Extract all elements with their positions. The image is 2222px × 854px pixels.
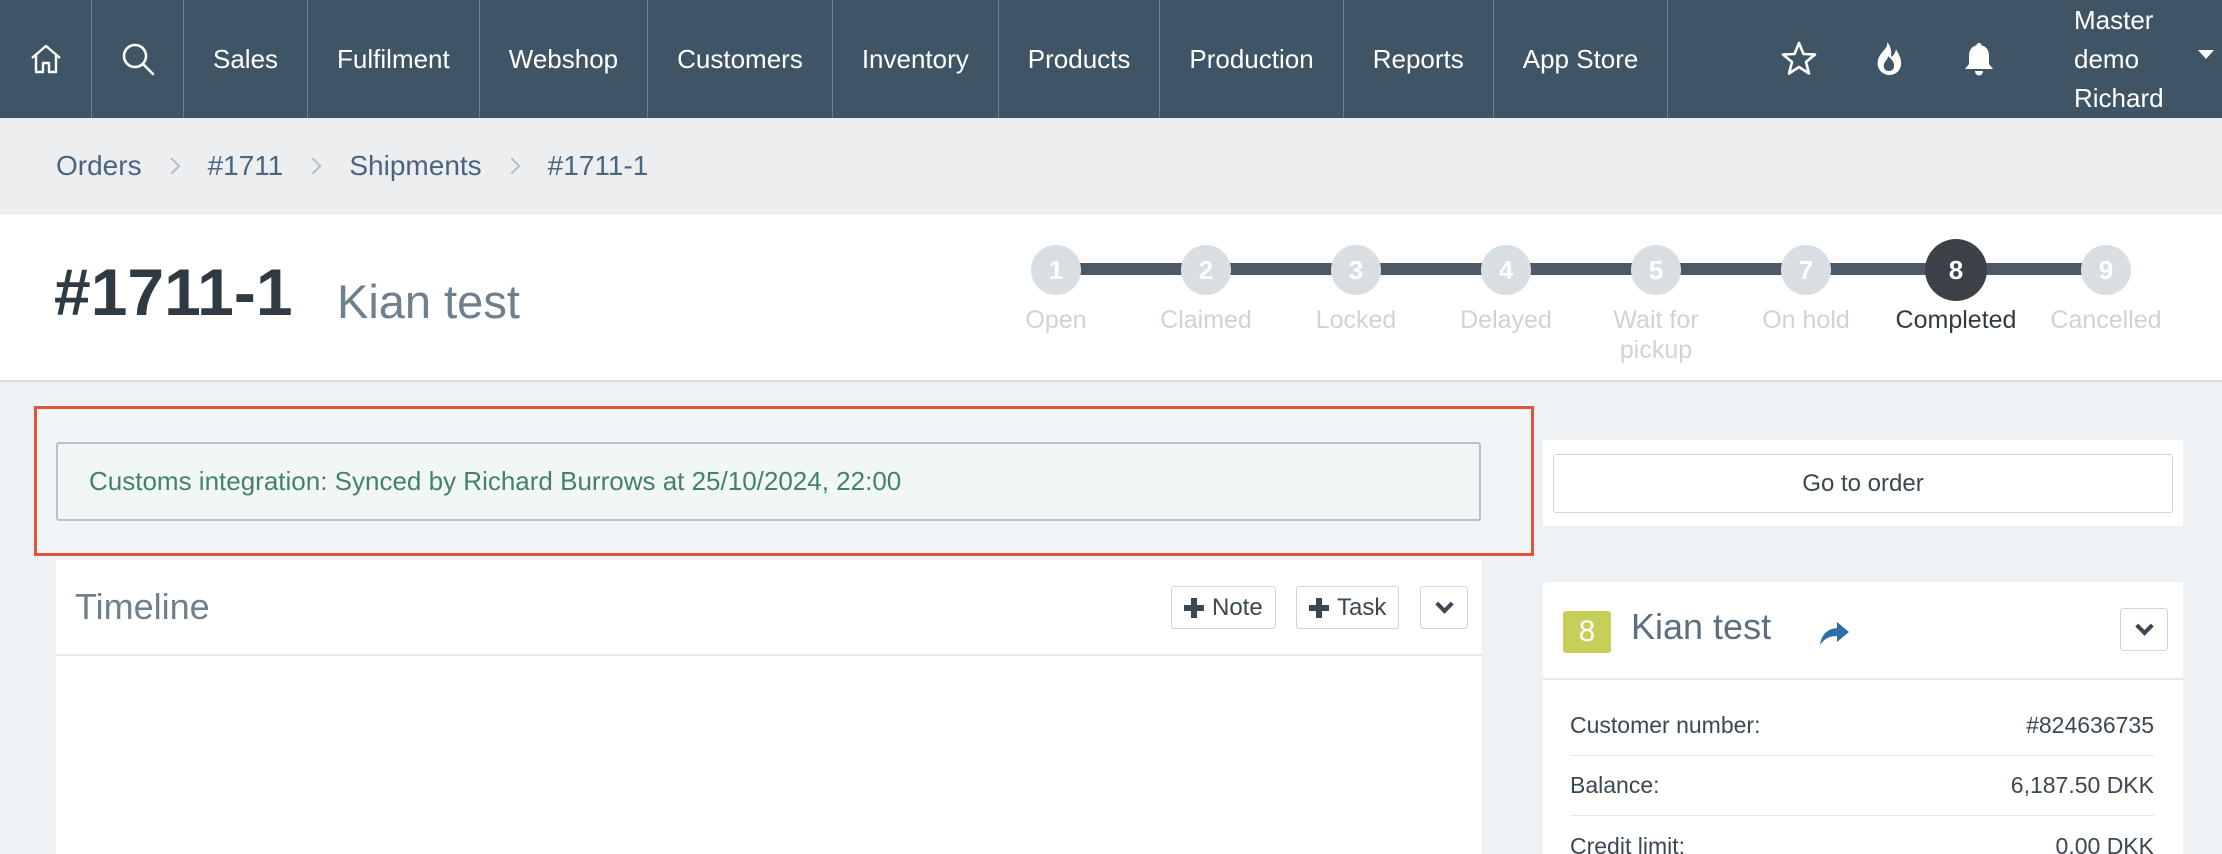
breadcrumb-shipments[interactable]: Shipments: [349, 150, 481, 182]
user-account-name: Master demo: [2074, 4, 2154, 74]
step-number: 1: [1031, 245, 1081, 295]
home-icon: [30, 44, 61, 74]
customer-number-row: Customer number: #824636735: [1570, 696, 2154, 756]
step-completed[interactable]: 8 Completed: [1881, 239, 2031, 335]
step-on-hold[interactable]: 7 On hold: [1731, 240, 1881, 335]
search-button[interactable]: [92, 0, 184, 118]
row-label: Balance:: [1570, 772, 1660, 798]
step-label: Delayed: [1460, 306, 1552, 334]
user-first-name: Richard: [2074, 82, 2164, 113]
activity-button[interactable]: [1844, 0, 1934, 118]
customer-details: Customer number: #824636735 Balance: 6,1…: [1543, 680, 2183, 854]
nav-app-store[interactable]: App Store: [1494, 0, 1669, 118]
step-open[interactable]: 1 Open: [981, 240, 1131, 335]
timeline-header: Timeline Note Task: [56, 560, 1482, 656]
customer-status-badge: 8: [1563, 611, 1611, 653]
step-label: Locked: [1315, 306, 1397, 334]
timeline-title: Timeline: [75, 586, 210, 627]
search-icon: [122, 43, 154, 76]
row-value: #824636735: [2026, 712, 2154, 738]
top-navigation: Sales Fulfilment Webshop Customers Inven…: [0, 0, 2222, 118]
step-label: Open: [1025, 306, 1087, 334]
goto-order-panel: Go to order: [1543, 440, 2183, 526]
row-value: 0.00 DKK: [2055, 832, 2154, 854]
breadcrumb-orders[interactable]: Orders: [56, 150, 142, 182]
flame-icon: [1877, 42, 1902, 75]
row-value: 6,187.50 DKK: [2010, 772, 2154, 798]
step-label-active: Completed: [1895, 306, 2017, 334]
step-label: Cancelled: [2050, 306, 2162, 334]
plus-icon: [1184, 597, 1204, 618]
chevron-right-icon: [304, 157, 322, 174]
nav-customers[interactable]: Customers: [648, 0, 833, 118]
nav-fulfilment[interactable]: Fulfilment: [308, 0, 480, 118]
timeline-panel: Timeline Note Task: [56, 560, 1482, 854]
add-note-button[interactable]: Note: [1171, 586, 1276, 629]
nav-inventory[interactable]: Inventory: [833, 0, 999, 118]
page-subtitle: Kian test: [337, 275, 520, 328]
status-stepper: 1 Open 2 Claimed 3 Locked 4 Delayed 5 Wa…: [1020, 239, 2220, 370]
timeline-toggle-button[interactable]: [1420, 586, 1468, 629]
step-number: 9: [2081, 245, 2131, 295]
nav-webshop[interactable]: Webshop: [480, 0, 649, 118]
add-note-label: Note: [1212, 593, 1263, 621]
customer-name-link[interactable]: Kian test: [1631, 606, 1771, 648]
step-label: Claimed: [1160, 306, 1252, 334]
step-claimed[interactable]: 2 Claimed: [1131, 240, 1281, 335]
credit-limit-row: Credit limit: 0.00 DKK: [1570, 816, 2154, 854]
step-number: 5: [1631, 245, 1681, 295]
nav-reports[interactable]: Reports: [1344, 0, 1494, 118]
add-task-button[interactable]: Task: [1296, 586, 1400, 629]
row-label: Credit limit:: [1570, 832, 1686, 854]
customer-toggle-button[interactable]: [2120, 608, 2168, 651]
chevron-right-icon: [163, 157, 181, 174]
nav-production[interactable]: Production: [1160, 0, 1344, 118]
plus-icon: [1309, 597, 1329, 618]
balance-row: Balance: 6,187.50 DKK: [1570, 756, 2154, 816]
row-label: Customer number:: [1570, 712, 1761, 738]
customer-panel: 8 Kian test Customer number: #824636735 …: [1543, 582, 2183, 854]
customer-header: 8 Kian test: [1543, 582, 2183, 680]
step-cancelled[interactable]: 9 Cancelled: [2031, 240, 2181, 335]
step-label: Wait for pickup: [1613, 306, 1699, 364]
caret-down-icon: [2198, 50, 2214, 59]
breadcrumb-order[interactable]: #1711: [208, 150, 284, 182]
chevron-right-icon: [503, 157, 521, 174]
step-locked[interactable]: 3 Locked: [1281, 240, 1431, 335]
share-arrow-icon[interactable]: [1817, 616, 1851, 650]
step-number: 7: [1781, 245, 1831, 295]
step-number: 3: [1331, 245, 1381, 295]
step-wait-for-pickup[interactable]: 5 Wait for pickup: [1581, 240, 1731, 365]
step-delayed[interactable]: 4 Delayed: [1431, 240, 1581, 335]
nav-products[interactable]: Products: [999, 0, 1161, 118]
page-title: #1711-1: [54, 255, 293, 329]
favorites-button[interactable]: [1754, 0, 1844, 118]
go-to-order-button[interactable]: Go to order: [1553, 454, 2173, 513]
notifications-button[interactable]: [1934, 0, 2024, 118]
breadcrumb-shipment[interactable]: #1711-1: [548, 150, 649, 182]
nav-right-group: Master demo Richard: [1754, 0, 2222, 118]
home-button[interactable]: [0, 0, 92, 118]
step-label: On hold: [1762, 306, 1850, 334]
bell-icon: [1965, 43, 1993, 76]
add-task-label: Task: [1337, 593, 1387, 621]
step-number-active: 8: [1925, 239, 1987, 301]
sync-status-alert: Customs integration: Synced by Richard B…: [56, 442, 1481, 521]
page-header: #1711-1 Kian test 1 Open 2 Claimed 3 Loc…: [0, 214, 2222, 382]
step-number: 2: [1181, 245, 1231, 295]
chevron-down-icon: [1434, 595, 1454, 614]
user-menu[interactable]: Master demo Richard: [2024, 0, 2222, 118]
star-icon: [1781, 41, 1817, 75]
nav-sales[interactable]: Sales: [184, 0, 309, 118]
step-number: 4: [1481, 245, 1531, 295]
breadcrumb: Orders #1711 Shipments #1711-1: [0, 118, 2222, 214]
chevron-down-icon: [2134, 617, 2154, 636]
